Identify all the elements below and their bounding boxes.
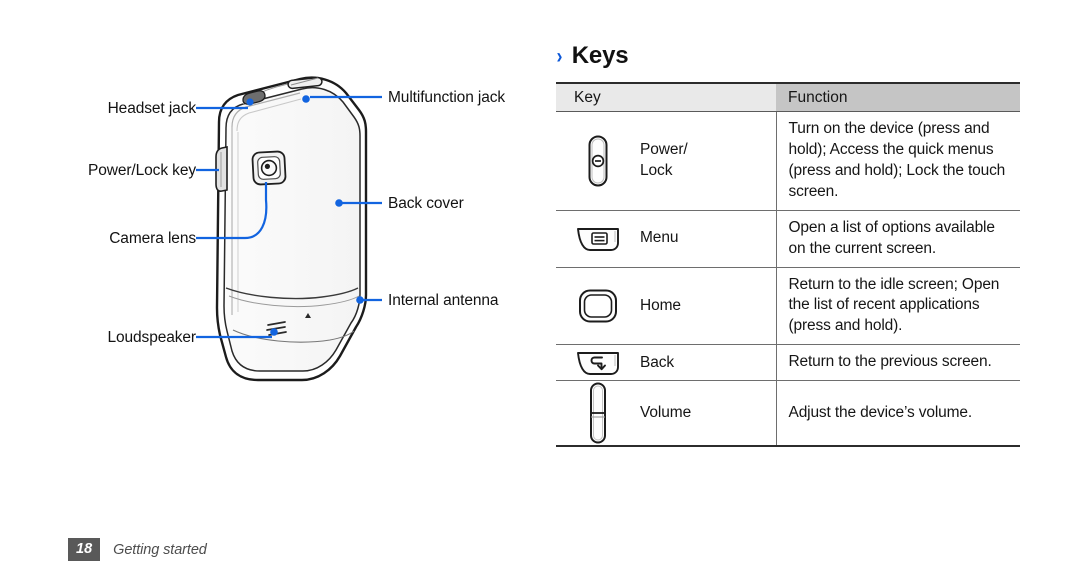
column-header-function: Function — [776, 82, 1020, 112]
callout-label-internal-antenna: Internal antenna — [388, 292, 499, 309]
footer-section-title: Getting started — [113, 541, 207, 558]
key-cell-volume: Volume — [556, 380, 777, 448]
table-row: Menu Open a list of options available on… — [556, 210, 1020, 268]
callout-label-power-lock-key: Power/Lock key — [87, 162, 196, 179]
device-diagram: Headset jack Power/Lock key Camera lens … — [0, 0, 540, 470]
chevron-right-icon: › — [556, 45, 563, 68]
page-number: 18 — [68, 538, 101, 562]
table-header-row: Key Function — [556, 82, 1020, 112]
callout-label-headset-jack: Headset jack — [107, 100, 197, 117]
keys-heading-text: Keys — [571, 42, 629, 69]
callout-label-back-cover: Back cover — [388, 195, 464, 212]
back-key-icon — [556, 347, 640, 379]
function-cell-menu: Open a list of options available on the … — [776, 210, 1020, 268]
function-cell-power-lock: Turn on the device (press and hold); Acc… — [776, 111, 1020, 211]
key-cell-home: Home — [556, 267, 777, 346]
key-cell-power-lock: Power/ Lock — [556, 111, 777, 211]
key-cell-menu: Menu — [556, 210, 777, 268]
keys-heading: › Keys — [556, 44, 1022, 68]
key-label-home: Home — [640, 296, 681, 314]
table-row: Home Return to the idle screen; Open the… — [556, 267, 1020, 346]
column-header-key: Key — [556, 82, 776, 112]
callout-label-camera-lens: Camera lens — [109, 230, 196, 247]
table-row: Volume Adjust the device’s volume. — [556, 380, 1020, 448]
power-key-icon — [556, 134, 640, 188]
key-label-line2: Lock — [640, 161, 673, 179]
home-key-icon — [556, 287, 640, 325]
phone-body — [215, 76, 368, 382]
key-label-volume: Volume — [640, 403, 692, 421]
key-label-menu: Menu — [640, 229, 679, 247]
key-cell-back: Back — [556, 344, 777, 382]
function-cell-home: Return to the idle screen; Open the list… — [776, 267, 1020, 346]
table-row: Back Return to the previous screen. — [556, 344, 1020, 382]
page-footer: 18 Getting started — [68, 538, 207, 562]
keys-section: › Keys Key Function Power/ Lock Turn on … — [556, 44, 1022, 448]
callout-label-loudspeaker: Loudspeaker — [107, 329, 196, 346]
volume-key-icon — [556, 381, 640, 445]
menu-key-icon — [556, 223, 640, 255]
table-row: Power/ Lock Turn on the device (press an… — [556, 111, 1020, 211]
key-label-back: Back — [640, 353, 675, 371]
function-cell-back: Return to the previous screen. — [776, 344, 1020, 382]
key-label-line1: Power/ — [640, 141, 688, 159]
key-label-power-lock: Power/ Lock — [640, 140, 688, 181]
callout-label-multifunction-jack: Multifunction jack — [388, 89, 506, 106]
keys-table: Key Function Power/ Lock Turn on the dev… — [556, 82, 1020, 448]
function-cell-volume: Adjust the device’s volume. — [776, 380, 1020, 448]
